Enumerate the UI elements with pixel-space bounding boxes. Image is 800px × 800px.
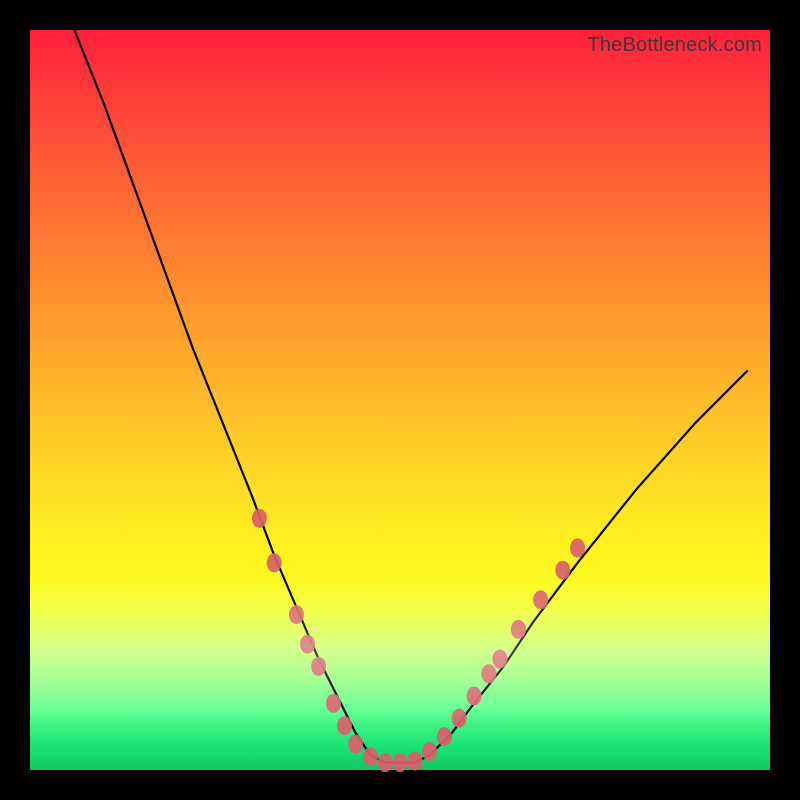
curve-marker — [511, 620, 526, 639]
curve-line — [74, 30, 747, 763]
plot-area: TheBottleneck.com — [30, 30, 770, 770]
curve-marker — [481, 664, 496, 683]
curve-marker — [570, 539, 585, 558]
curve-marker — [437, 727, 452, 746]
curve-marker — [300, 635, 315, 654]
curve-marker — [326, 694, 341, 713]
chart-frame: TheBottleneck.com — [0, 0, 800, 800]
curve-marker — [467, 687, 482, 706]
curve-marker — [311, 657, 326, 676]
bottleneck-curve — [30, 30, 770, 770]
curve-marker — [407, 752, 422, 771]
curve-marker — [555, 561, 570, 580]
curve-marker — [452, 709, 467, 728]
curve-marker — [422, 742, 437, 761]
curve-marker — [533, 590, 548, 609]
curve-markers — [252, 509, 585, 772]
curve-marker — [378, 753, 393, 772]
curve-marker — [252, 509, 267, 528]
curve-marker — [348, 735, 363, 754]
curve-marker — [492, 650, 507, 669]
curve-marker — [289, 605, 304, 624]
curve-marker — [337, 716, 352, 735]
curve-marker — [393, 753, 408, 772]
curve-marker — [363, 747, 378, 766]
curve-marker — [267, 553, 282, 572]
